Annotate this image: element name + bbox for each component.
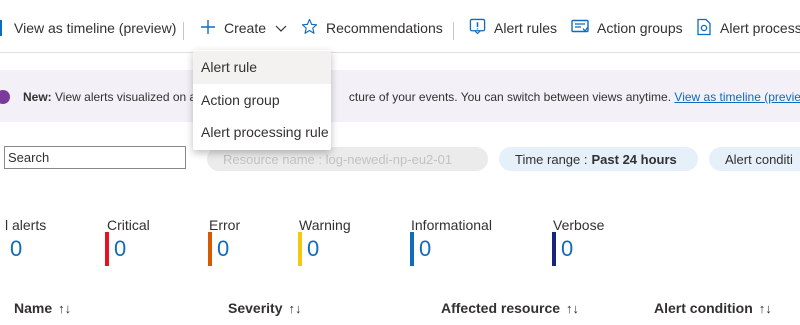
summary-value-total[interactable]: 0 — [10, 236, 22, 262]
summary-value-warning[interactable]: 0 — [307, 236, 319, 262]
menu-item-alert-rule[interactable]: Alert rule — [193, 51, 331, 84]
sort-icon: ↑↓ — [566, 301, 580, 316]
critical-bar — [105, 232, 109, 266]
chevron-down-icon — [275, 20, 287, 36]
view-as-timeline-link[interactable]: View as timeline (preview) — [674, 90, 800, 104]
search-input[interactable] — [5, 147, 181, 168]
view-as-timeline-button[interactable]: View as timeline (preview) — [0, 17, 176, 39]
view-as-timeline-label: View as timeline (preview) — [14, 20, 177, 36]
recommendations-button[interactable]: Recommendations — [301, 17, 443, 39]
summary-value-verbose[interactable]: 0 — [561, 236, 573, 262]
menu-item-action-group[interactable]: Action group — [193, 84, 331, 117]
banner-text-start: View alerts visualized on a — [55, 90, 197, 104]
search-field[interactable] — [4, 146, 186, 169]
verbose-bar — [552, 232, 556, 266]
column-header-affected-resource-label: Affected resource — [441, 300, 561, 316]
banner-text-end: cture of your events. You can switch bet… — [348, 90, 672, 104]
summary-label-verbose: Verbose — [553, 217, 605, 233]
alert-rules-label: Alert rules — [494, 20, 558, 36]
column-header-name[interactable]: Name ↑↓ — [14, 300, 71, 316]
time-range-label: Time range : — [515, 151, 588, 167]
column-header-severity[interactable]: Severity ↑↓ — [228, 300, 301, 316]
summary-value-informational[interactable]: 0 — [419, 236, 431, 262]
command-bar: View as timeline (preview) Create Recomm… — [0, 0, 800, 53]
processing-rule-icon — [696, 18, 712, 39]
sort-icon: ↑↓ — [758, 301, 772, 316]
alert-rule-icon — [469, 18, 486, 38]
summary-label-informational: Informational — [411, 217, 492, 233]
error-bar — [208, 232, 212, 266]
alert-condition-filter[interactable]: Alert conditi — [709, 147, 800, 171]
alert-rules-button[interactable]: Alert rules — [469, 17, 557, 39]
banner-new-label: New: — [23, 90, 52, 104]
banner-message: New: View alerts visualized on a cture o… — [23, 90, 800, 104]
info-banner: New: View alerts visualized on a cture o… — [0, 70, 800, 122]
sort-icon: ↑↓ — [288, 301, 302, 316]
column-header-alert-condition[interactable]: Alert condition ↑↓ — [654, 300, 772, 316]
summary-value-error[interactable]: 0 — [217, 236, 229, 262]
plus-icon — [200, 19, 216, 38]
action-groups-label: Action groups — [597, 20, 683, 36]
resource-name-filter: Resource name : log-newedi-np-eu2-01 — [207, 147, 488, 171]
informational-bar — [410, 232, 414, 266]
time-range-filter[interactable]: Time range : Past 24 hours — [499, 147, 698, 171]
menu-item-alert-processing-rule[interactable]: Alert processing rule — [193, 116, 331, 149]
alert-processing-label: Alert process — [720, 20, 800, 36]
new-feature-icon — [0, 90, 10, 104]
column-header-alert-condition-label: Alert condition — [654, 300, 753, 316]
alert-processing-button[interactable]: Alert process — [696, 17, 800, 39]
sort-icon: ↑↓ — [58, 301, 72, 316]
toolbar-divider — [183, 22, 184, 40]
summary-label-critical: Critical — [107, 217, 150, 233]
time-range-value: Past 24 hours — [591, 151, 677, 167]
summary-label-total: l alerts — [5, 217, 47, 233]
summary-label-warning: Warning — [299, 217, 351, 233]
star-icon — [301, 18, 318, 38]
create-dropdown-menu: Alert rule Action group Alert processing… — [193, 50, 331, 150]
column-header-severity-label: Severity — [228, 300, 283, 316]
timeline-icon — [0, 20, 2, 36]
summary-value-critical[interactable]: 0 — [114, 236, 126, 262]
warning-bar — [298, 232, 302, 266]
create-button[interactable]: Create — [200, 17, 287, 39]
action-groups-button[interactable]: Action groups — [571, 17, 683, 39]
create-label: Create — [224, 20, 267, 36]
toolbar-divider — [453, 22, 454, 40]
column-header-affected-resource[interactable]: Affected resource ↑↓ — [441, 300, 579, 316]
action-groups-icon — [571, 19, 589, 38]
column-header-name-label: Name — [14, 300, 53, 316]
summary-label-error: Error — [209, 217, 241, 233]
recommendations-label: Recommendations — [326, 20, 443, 36]
